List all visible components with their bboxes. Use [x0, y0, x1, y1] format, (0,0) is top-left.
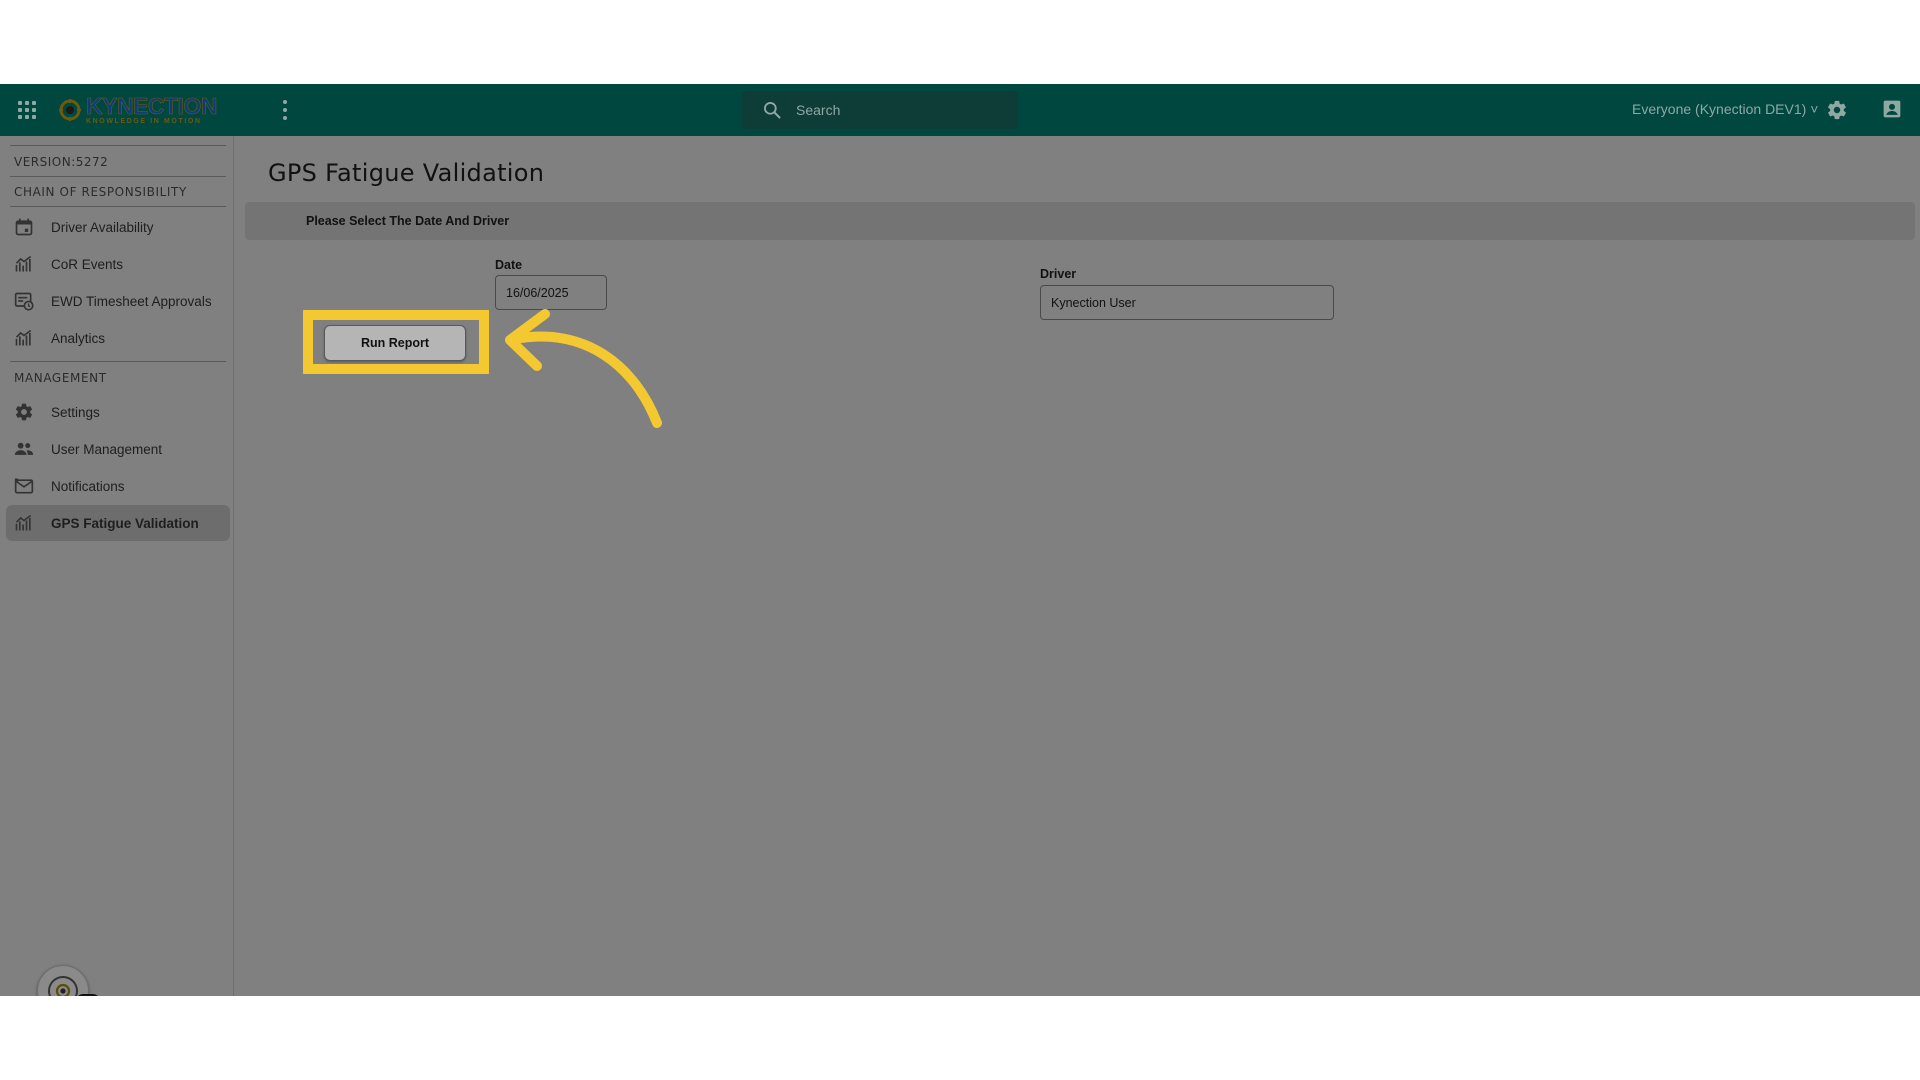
logo-mark-icon [59, 99, 81, 121]
driver-field[interactable]: Kynection User [1040, 285, 1334, 320]
banner-text: Please Select The Date And Driver [306, 214, 510, 228]
main-content: GPS Fatigue Validation Please Select The… [235, 136, 1920, 996]
divider [10, 206, 226, 207]
date-label: Date [495, 258, 523, 272]
mail-icon [14, 478, 34, 494]
divider [10, 176, 226, 177]
notification-count-badge: 13 [75, 994, 101, 996]
search-bar[interactable]: Search [742, 91, 1018, 129]
app-logo[interactable]: KYNECTION KNOWLEDGE IN MOTION [58, 93, 218, 126]
version-label: VERSION:5272 [14, 155, 109, 169]
gear-icon[interactable] [1826, 99, 1848, 121]
tutorial-arrow-icon [505, 309, 662, 428]
sidebar-item-settings[interactable]: Settings [6, 394, 230, 430]
account-box-icon[interactable] [1882, 99, 1902, 119]
sidebar-item-label: Driver Availability [51, 219, 154, 235]
chart-line-icon [15, 514, 32, 531]
sidebar-item-label: GPS Fatigue Validation [51, 515, 199, 531]
sidebar-item-analytics[interactable]: Analytics [6, 320, 230, 356]
date-field[interactable]: 16/06/2025 [495, 275, 607, 310]
sidebar-item-ewd-timesheet-approvals[interactable]: EWD Timesheet Approvals [6, 283, 230, 319]
section-title-management: MANAGEMENT [14, 371, 107, 385]
run-report-button[interactable]: Run Report [324, 325, 466, 361]
calendar-icon [15, 218, 33, 236]
gear-icon [15, 403, 33, 421]
sidebar-item-label: User Management [51, 441, 163, 457]
chart-line-icon [15, 255, 32, 272]
robot-icon [55, 983, 71, 996]
sidebar-item-gps-fatigue-validation[interactable]: GPS Fatigue Validation [6, 505, 230, 541]
sidebar-item-cor-events[interactable]: CoR Events [6, 246, 230, 282]
app-frame: KYNECTION KNOWLEDGE IN MOTION Search Eve… [0, 84, 1920, 996]
kebab-menu-icon[interactable] [282, 100, 288, 120]
logo-tagline: KNOWLEDGE IN MOTION [86, 118, 202, 125]
chart-line-icon [15, 329, 32, 346]
search-placeholder[interactable]: Search [796, 102, 840, 118]
sidebar-item-notifications[interactable]: Notifications [6, 468, 230, 504]
assistant-avatar-button[interactable] [37, 965, 89, 996]
divider [10, 145, 226, 146]
logo-title: KYNECTION [86, 93, 218, 119]
timesheet-clock-icon [14, 292, 34, 311]
apps-grid-icon[interactable] [18, 101, 36, 119]
section-title-chain-of-responsibility: CHAIN OF RESPONSIBILITY [14, 185, 187, 199]
instruction-banner: Please Select The Date And Driver [245, 202, 1915, 240]
sidebar-item-label: CoR Events [51, 256, 124, 272]
sidebar-item-driver-availability[interactable]: Driver Availability [6, 209, 230, 245]
driver-label: Driver [1040, 267, 1077, 281]
divider [10, 361, 226, 362]
sidebar-item-label: EWD Timesheet Approvals [51, 293, 212, 309]
top-bar: KYNECTION KNOWLEDGE IN MOTION Search Eve… [0, 84, 1920, 136]
page-title: GPS Fatigue Validation [268, 159, 545, 187]
sidebar-item-user-management[interactable]: User Management [6, 431, 230, 467]
sidebar-item-label: Notifications [51, 478, 125, 494]
sidebar: VERSION:5272 CHAIN OF RESPONSIBILITY Dri… [0, 136, 234, 996]
people-icon [14, 442, 34, 455]
sidebar-item-label: Analytics [51, 330, 106, 346]
search-icon [764, 102, 781, 119]
sidebar-item-label: Settings [51, 404, 100, 420]
organization-selector[interactable]: Everyone (Kynection DEV1) ˅ [1632, 101, 1818, 117]
